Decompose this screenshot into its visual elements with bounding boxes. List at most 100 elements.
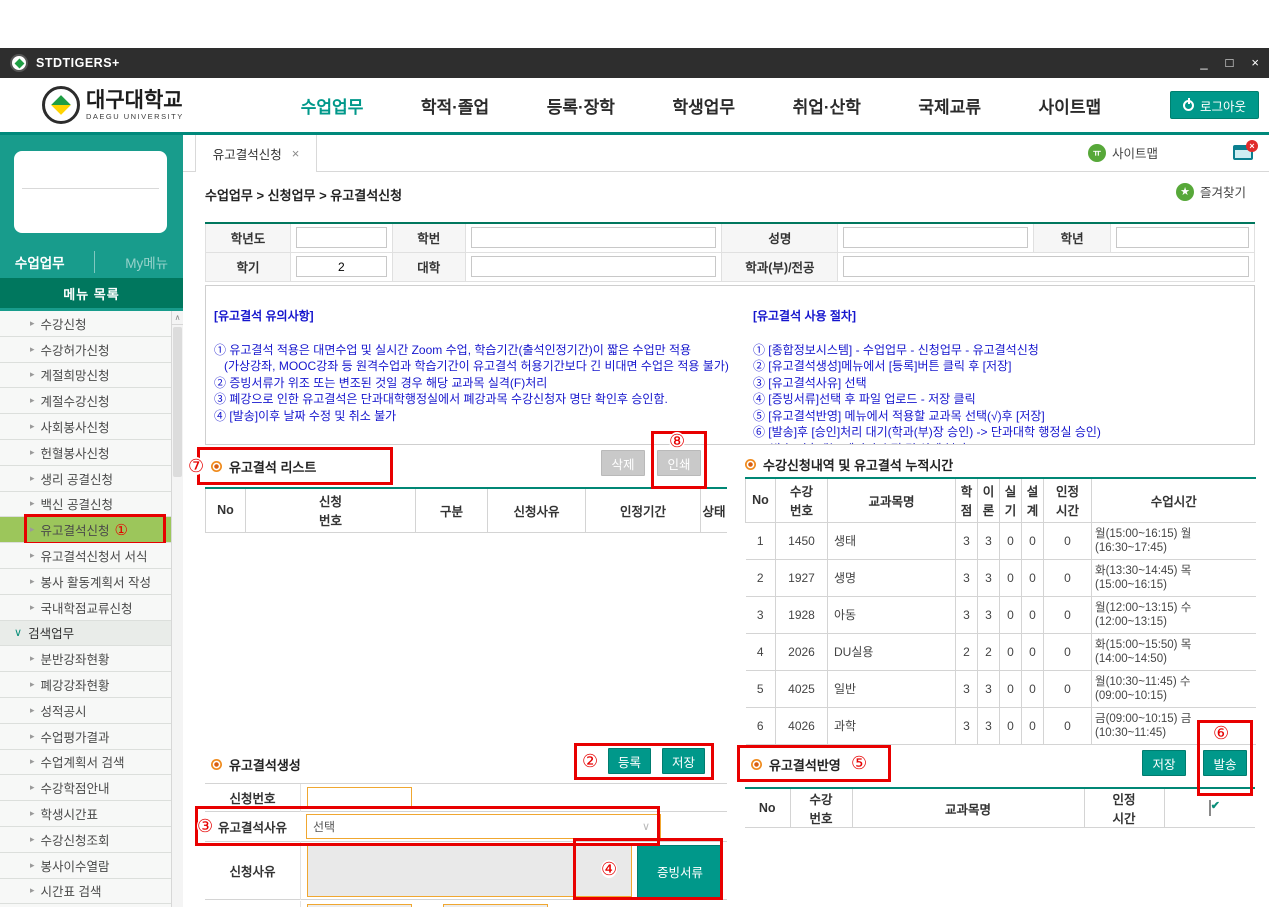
column-header: 신청사유	[488, 488, 586, 532]
chevron-right-icon: ▸	[30, 318, 35, 329]
sidebar-menu-item[interactable]: ▸ 시간표 검색	[0, 879, 171, 905]
column-header: 교과목명	[828, 478, 956, 522]
sidebar-menu-item[interactable]: ▸ 수강신청	[0, 311, 171, 337]
logout-button[interactable]: 로그아웃	[1170, 91, 1259, 119]
sidebar-menu-item[interactable]: ▸ 사회봉사신청	[0, 414, 171, 440]
course-row[interactable]: 5 4025 일반 3 3 0 0 0 월(10:30~11:45) 수(09:…	[746, 670, 1256, 707]
application-number-input[interactable]	[307, 787, 412, 809]
absence-list-table: No신청 번호구분신청사유인정기간상태	[205, 487, 727, 533]
period-end-input[interactable]: ▦	[443, 904, 548, 907]
minimize-button[interactable]: _	[1200, 56, 1207, 70]
delete-button[interactable]: 삭제	[601, 450, 645, 476]
field-label: 학번	[392, 223, 465, 252]
app-no-label: 신청번호	[205, 788, 300, 807]
register-button[interactable]: 등록	[608, 748, 651, 774]
sidebar-tab-mymenu[interactable]: My메뉴	[125, 252, 168, 272]
nav-item[interactable]: 등록·장학	[547, 93, 615, 118]
sidebar-menu-item[interactable]: ∨ 검색업무	[0, 621, 171, 647]
grade-input[interactable]	[1116, 227, 1249, 248]
sidebar-menu-item[interactable]: ▸ 계절수강신청	[0, 388, 171, 414]
chevron-right-icon: ▸	[30, 550, 35, 561]
sidebar-menu-item[interactable]: ▸ 수업평가결과	[0, 724, 171, 750]
nav-item[interactable]: 국제교류	[918, 93, 981, 118]
favorite-link[interactable]: ★ 즐겨찾기	[1176, 182, 1246, 201]
create-save-button[interactable]: 저장	[662, 748, 705, 774]
breadcrumb: 수업업무 > 신청업무 > 유고결석신청	[205, 185, 402, 204]
nav-item[interactable]: 학생업무	[673, 93, 736, 118]
nav-item[interactable]: 사이트맵	[1039, 93, 1102, 118]
period-start-input[interactable]: ▦	[307, 904, 412, 907]
courses-title: 수강신청내역 및 유고결석 누적시간	[745, 455, 953, 474]
section-bullet-icon	[751, 759, 762, 770]
sidebar-item-label: 성적공시	[41, 701, 87, 720]
tab-close-icon[interactable]: ×	[292, 146, 300, 161]
sidebar-menu-item[interactable]: ▸ 수강허가신청	[0, 337, 171, 363]
apply-save-button[interactable]: 저장	[1142, 750, 1186, 776]
annotation-1: ①	[115, 521, 128, 539]
column-header: 학 점	[956, 478, 978, 522]
sidebar-menu-item[interactable]: ▸ 폐강강좌현황	[0, 672, 171, 698]
name-input[interactable]	[843, 227, 1028, 248]
sidebar-item-label: 검색업무	[28, 623, 74, 642]
sidebar-menu-item[interactable]: ▸ 백신 공결신청	[0, 492, 171, 518]
chevron-down-icon: ∨	[642, 820, 650, 833]
course-row[interactable]: 2 1927 생명 3 3 0 0 0 화(13:30~14:45) 목(15:…	[746, 559, 1256, 596]
course-row[interactable]: 4 2026 DU실용 2 2 0 0 0 화(15:00~15:50) 목(1…	[746, 633, 1256, 670]
sidebar-menu-item[interactable]: ▸ 봉사 활동계획서 작성	[0, 569, 171, 595]
nav-item[interactable]: 취업·산학	[793, 93, 861, 118]
column-header: 구분	[416, 488, 488, 532]
column-header: 신청 번호	[246, 488, 416, 532]
sidebar-menu-item[interactable]: ▸ 유고결석신청 ①	[0, 517, 171, 543]
chevron-right-icon: ▸	[30, 705, 35, 716]
sidebar-menu-item[interactable]: ▸ 수강학점안내	[0, 775, 171, 801]
scrollbar-thumb[interactable]	[173, 327, 182, 477]
send-button[interactable]: 발송	[1203, 750, 1247, 776]
sidebar-menu-item[interactable]: ▸ 국내학점교류신청	[0, 595, 171, 621]
sidebar-item-label: 봉사 활동계획서 작성	[41, 572, 151, 591]
close-all-tabs-icon[interactable]	[1233, 145, 1253, 160]
column-header: 인정 시간	[1044, 478, 1092, 522]
sidebar-menu-item[interactable]: ▸ 학생시간표	[0, 801, 171, 827]
scroll-up-icon[interactable]: ∧	[172, 311, 183, 325]
sidebar-item-label: 수강신청조회	[41, 830, 110, 849]
student-id-input[interactable]	[471, 227, 717, 248]
select-all-checkbox[interactable]	[1209, 800, 1211, 816]
year-input[interactable]	[296, 227, 387, 248]
sidebar-menu-item[interactable]: ▸ 생리 공결신청	[0, 466, 171, 492]
sidebar-menu-item[interactable]: ▸ 수업계획서 검색	[0, 750, 171, 776]
annotation-7: ⑦	[188, 457, 204, 475]
college-input[interactable]	[471, 256, 717, 277]
window-titlebar: STDTIGERS+ _ □ ×	[0, 48, 1269, 78]
sidebar-scrollbar[interactable]: ∧	[171, 311, 183, 907]
evidence-button[interactable]: 증빙서류	[637, 845, 723, 898]
sidebar-item-label: 유고결석신청	[41, 520, 110, 539]
sidebar-menu-item[interactable]: ▸ 계절희망신청	[0, 363, 171, 389]
course-row[interactable]: 6 4026 과학 3 3 0 0 0 금(09:00~10:15) 금(10:…	[746, 707, 1256, 744]
column-header: No	[206, 488, 246, 532]
reason-textarea[interactable]	[307, 844, 632, 897]
sidebar-menu-item[interactable]: ▸ 수강신청조회	[0, 827, 171, 853]
sitemap-link[interactable]: ㅠ 사이트맵	[1088, 143, 1158, 162]
tab-absence-application[interactable]: 유고결석신청 ×	[195, 135, 317, 172]
maximize-button[interactable]: □	[1226, 56, 1234, 70]
university-logo[interactable]: 대구대학교 DAEGU UNIVERSITY	[42, 86, 242, 124]
sidebar-item-label: 시간표 검색	[41, 881, 102, 900]
sidebar-menu-item[interactable]: ▸ 헌혈봉사신청	[0, 440, 171, 466]
close-button[interactable]: ×	[1251, 56, 1259, 70]
absence-reason-select[interactable]: 선택 ∨	[306, 814, 661, 839]
nav-item[interactable]: 학적·졸업	[421, 93, 489, 118]
chevron-right-icon: ▸	[30, 782, 35, 793]
nav-item[interactable]: 수업업무	[301, 93, 364, 118]
sidebar-menu-item[interactable]: ▸ 분반강좌현황	[0, 646, 171, 672]
sidebar-menu-item[interactable]: ▸ 성적공시	[0, 698, 171, 724]
sidebar-item-label: 분반강좌현황	[41, 649, 110, 668]
sidebar-menu-item[interactable]: ▸ 봉사이수열람	[0, 853, 171, 879]
course-row[interactable]: 1 1450 생태 3 3 0 0 0 월(15:00~16:15) 월(16:…	[746, 522, 1256, 559]
sidebar-menu-item[interactable]: ▸ 유고결석신청서 서식	[0, 543, 171, 569]
print-button[interactable]: 인쇄	[657, 450, 701, 476]
field-label: 학기	[206, 252, 291, 281]
semester-input[interactable]	[296, 256, 387, 277]
sidebar-tab-work[interactable]: 수업업무	[15, 252, 65, 272]
department-input[interactable]	[843, 256, 1249, 277]
course-row[interactable]: 3 1928 아동 3 3 0 0 0 월(12:00~13:15) 수(12:…	[746, 596, 1256, 633]
